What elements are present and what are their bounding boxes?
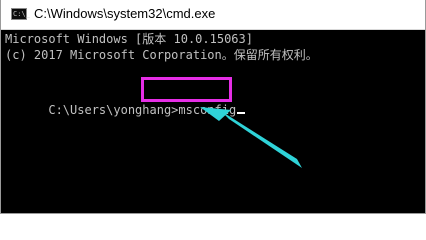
window-title: C:\Windows\system32\cmd.exe xyxy=(34,6,216,21)
text-cursor xyxy=(237,112,246,114)
console-command[interactable]: msconfig xyxy=(178,103,236,117)
cmd-icon: C:\_ xyxy=(11,8,30,20)
console-line-copyright: (c) 2017 Microsoft Corporation。保留所有权利。 xyxy=(5,48,318,62)
console-line-version: Microsoft Windows [版本 10.0.15063] xyxy=(5,32,253,46)
command-highlight-box xyxy=(141,77,232,102)
cmd-window: C:\_ C:\Windows\system32\cmd.exe Microso… xyxy=(0,0,426,214)
title-bar[interactable]: C:\_ C:\Windows\system32\cmd.exe xyxy=(1,0,425,30)
console-area[interactable]: Microsoft Windows [版本 10.0.15063] (c) 20… xyxy=(1,30,425,213)
console-prompt: C:\Users\yonghang> xyxy=(48,103,179,117)
cmd-icon-glyph: C:\_ xyxy=(13,10,30,18)
